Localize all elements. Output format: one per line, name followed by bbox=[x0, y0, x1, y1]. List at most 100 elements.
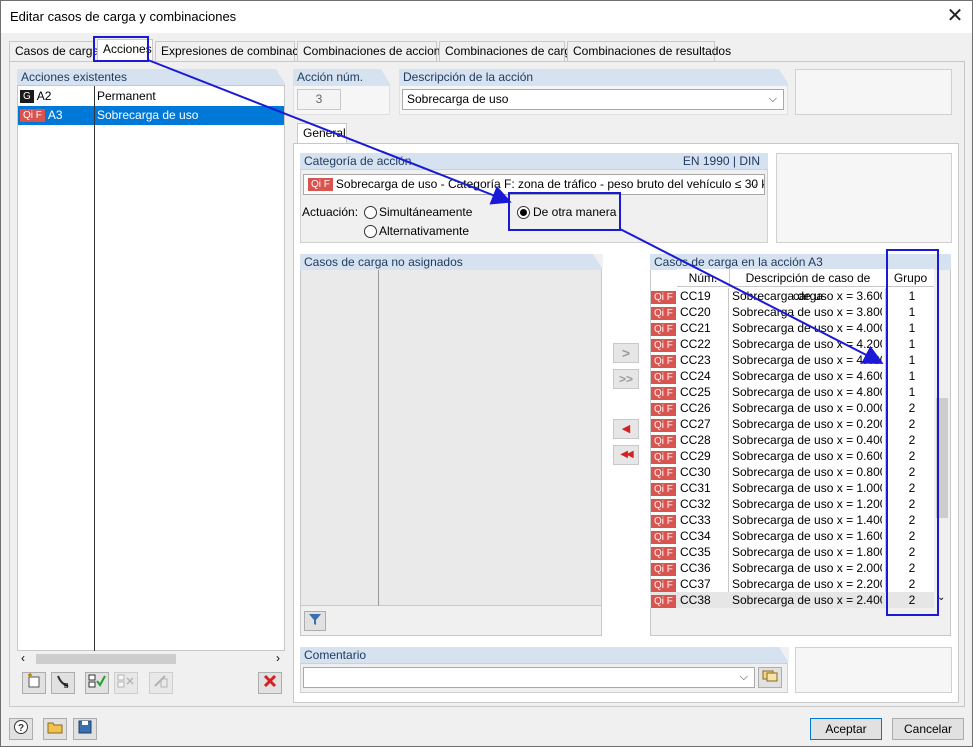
table-row[interactable]: Qi F CC25 Sobrecarga de uso x = 4.800 m, 1 bbox=[650, 384, 934, 401]
load-case-badge: Qi F bbox=[651, 339, 676, 353]
check-action-button[interactable] bbox=[85, 672, 109, 694]
scroll-left-icon[interactable]: ‹ bbox=[21, 651, 25, 665]
load-case-description: Sobrecarga de uso x = 1.400 m, bbox=[732, 513, 882, 527]
radio-simultaneamente[interactable] bbox=[364, 206, 377, 219]
table-row[interactable]: Qi F CC36 Sobrecarga de uso x = 2.000 m, 2 bbox=[650, 560, 934, 577]
category-badge: Qi F bbox=[308, 178, 333, 192]
table-row[interactable]: Qi F CC21 Sobrecarga de uso x = 4.000 m, 1 bbox=[650, 320, 934, 337]
delete-icon bbox=[263, 674, 277, 688]
edit-action-button[interactable] bbox=[149, 672, 173, 694]
category-header: Categoría de acción EN 1990 | DIN bbox=[300, 153, 768, 169]
svg-text:?: ? bbox=[18, 723, 24, 734]
load-case-description: Sobrecarga de uso x = 4.800 m, bbox=[732, 385, 882, 399]
load-case-description: Sobrecarga de uso x = 2.000 m, bbox=[732, 561, 882, 575]
load-case-number: CC32 bbox=[680, 497, 711, 511]
vertical-scrollbar[interactable]: ⌄ bbox=[934, 270, 950, 608]
save-button[interactable] bbox=[73, 718, 97, 740]
table-row[interactable]: Qi F CC27 Sobrecarga de uso x = 0.200 m, 2 bbox=[650, 416, 934, 433]
horizontal-scrollbar[interactable]: ‹ › bbox=[18, 651, 284, 666]
table-row[interactable]: Qi F CC28 Sobrecarga de uso x = 0.400 m, 2 bbox=[650, 432, 934, 449]
table-row[interactable]: Qi F CC31 Sobrecarga de uso x = 1.000 m, 2 bbox=[650, 480, 934, 497]
add-all-button[interactable]: >> bbox=[613, 369, 639, 389]
load-case-group: 2 bbox=[908, 561, 916, 575]
window-title: Editar casos de carga y combinaciones bbox=[10, 9, 237, 24]
table-row[interactable]: Qi F CC19 Sobrecarga de uso x = 3.600 m, 1 bbox=[650, 288, 934, 305]
load-case-number: CC27 bbox=[680, 417, 711, 431]
delete-action-button[interactable] bbox=[258, 672, 282, 694]
column-header-description[interactable]: Descripción de caso de carga bbox=[729, 269, 886, 303]
load-case-description: Sobrecarga de uso x = 1.200 m, bbox=[732, 497, 882, 511]
load-case-description: Sobrecarga de uso x = 2.200 m, bbox=[732, 577, 882, 591]
table-row[interactable]: Qi F CC32 Sobrecarga de uso x = 1.200 m, 2 bbox=[650, 496, 934, 513]
table-row[interactable]: Qi F CC24 Sobrecarga de uso x = 4.600 m, 1 bbox=[650, 368, 934, 385]
tab-casos-de-carga[interactable]: Casos de carga bbox=[9, 41, 99, 61]
table-row[interactable]: Qi F CC26 Sobrecarga de uso x = 0.000 m, 2 bbox=[650, 400, 934, 417]
action-row-a3[interactable]: Qi F A3 Sobrecarga de uso bbox=[18, 106, 284, 125]
cancel-button[interactable]: Cancelar bbox=[892, 718, 964, 740]
load-case-badge: Qi F bbox=[651, 307, 676, 321]
table-row[interactable]: Qi F CC33 Sobrecarga de uso x = 1.400 m, 2 bbox=[650, 512, 934, 529]
load-case-group: 2 bbox=[908, 513, 916, 527]
table-row[interactable]: Qi F CC37 Sobrecarga de uso x = 2.200 m, 2 bbox=[650, 576, 934, 593]
table-row[interactable]: Qi F CC20 Sobrecarga de uso x = 3.800 m, 1 bbox=[650, 304, 934, 321]
load-case-description: Sobrecarga de uso x = 1.000 m, bbox=[732, 481, 882, 495]
accept-button[interactable]: Aceptar bbox=[810, 718, 882, 740]
remove-all-button[interactable]: ◀◀ bbox=[613, 445, 639, 465]
new-action-button[interactable] bbox=[22, 672, 46, 694]
help-button[interactable]: ? bbox=[9, 718, 33, 740]
action-description-value: Sobrecarga de uso bbox=[407, 92, 509, 106]
tab-combinaciones-resultados[interactable]: Combinaciones de resultados bbox=[567, 41, 731, 61]
actions-list-header: Acciones existentes bbox=[17, 69, 286, 85]
radio-de-otra-manera-label: De otra manera bbox=[533, 205, 617, 219]
dialog-window: Editar casos de carga y combinaciones ✕ … bbox=[0, 0, 973, 747]
scrollbar-thumb[interactable] bbox=[36, 654, 176, 664]
table-row[interactable]: Qi F CC23 Sobrecarga de uso x = 4.400 m, 1 bbox=[650, 352, 934, 369]
table-row[interactable]: Qi F CC34 Sobrecarga de uso x = 1.600 m, 2 bbox=[650, 528, 934, 545]
load-case-badge: Qi F bbox=[651, 515, 676, 529]
radio-alternativamente[interactable] bbox=[364, 225, 377, 238]
load-case-group: 2 bbox=[908, 449, 916, 463]
load-case-group: 2 bbox=[908, 497, 916, 511]
column-header-grupo[interactable]: Grupo bbox=[886, 269, 934, 287]
action-number-label: Acción núm. bbox=[293, 69, 391, 85]
tab-combinaciones-carga[interactable]: Combinaciones de carga bbox=[439, 41, 578, 61]
action-description-select[interactable]: Sobrecarga de uso ⌵ bbox=[402, 89, 784, 110]
scroll-down-icon[interactable]: ⌄ bbox=[937, 592, 945, 603]
comment-input[interactable]: ⌵ bbox=[303, 667, 755, 688]
table-row[interactable]: Qi F CC35 Sobrecarga de uso x = 1.800 m, 2 bbox=[650, 544, 934, 561]
category-select[interactable]: Qi F Sobrecarga de uso - Categoría F: zon… bbox=[303, 174, 765, 195]
table-row[interactable]: Qi F CC29 Sobrecarga de uso x = 0.600 m, 2 bbox=[650, 448, 934, 465]
comment-library-button[interactable] bbox=[758, 667, 782, 688]
scrollbar-thumb[interactable] bbox=[936, 398, 948, 518]
load-case-group: 2 bbox=[908, 529, 916, 543]
scroll-right-icon[interactable]: › bbox=[276, 651, 280, 665]
table-row[interactable]: Qi F CC30 Sobrecarga de uso x = 0.800 m, 2 bbox=[650, 464, 934, 481]
load-case-badge: Qi F bbox=[651, 531, 676, 545]
open-button[interactable] bbox=[43, 718, 67, 740]
remove-one-button[interactable]: ◀ bbox=[613, 419, 639, 439]
load-case-description: Sobrecarga de uso x = 0.200 m, bbox=[732, 417, 882, 431]
column-header-num[interactable]: Núm. bbox=[677, 269, 729, 287]
tab-general[interactable]: General bbox=[297, 123, 347, 144]
rename-action-button[interactable]: B bbox=[51, 672, 75, 694]
table-row[interactable]: Qi F CC22 Sobrecarga de uso x = 4.200 m, 1 bbox=[650, 336, 934, 353]
tab-expresiones[interactable]: Expresiones de combinación bbox=[155, 41, 314, 61]
load-case-number: CC19 bbox=[680, 289, 711, 303]
tab-combinaciones-acciones[interactable]: Combinaciones de acciones bbox=[297, 41, 453, 61]
chevron-down-icon: ⌵ bbox=[739, 671, 748, 683]
unassigned-list[interactable] bbox=[301, 270, 601, 606]
action-row-a2[interactable]: G A2 Permanent bbox=[18, 87, 284, 106]
action-id: A2 bbox=[36, 89, 52, 103]
close-icon[interactable]: ✕ bbox=[941, 4, 969, 28]
chevron-down-icon: ⌵ bbox=[768, 93, 777, 105]
uncheck-action-button[interactable] bbox=[114, 672, 138, 694]
radio-de-otra-manera[interactable] bbox=[517, 206, 530, 219]
load-case-badge: Qi F bbox=[651, 387, 676, 401]
column-divider bbox=[378, 270, 379, 606]
table-row[interactable]: Qi F CC38 Sobrecarga de uso x = 2.400 m, 2 bbox=[650, 592, 934, 609]
add-one-button[interactable]: > bbox=[613, 343, 639, 363]
tab-acciones[interactable]: Acciones bbox=[97, 39, 153, 62]
load-case-group: 1 bbox=[908, 369, 916, 383]
filter-button[interactable] bbox=[304, 611, 326, 631]
load-case-group: 1 bbox=[908, 385, 916, 399]
